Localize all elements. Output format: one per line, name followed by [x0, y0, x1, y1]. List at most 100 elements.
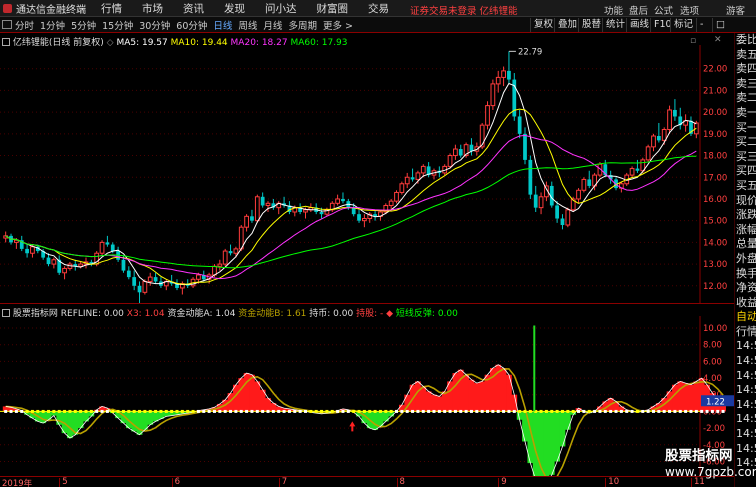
tab-multi-period[interactable]: 多周期: [285, 18, 320, 32]
login-alert[interactable]: 证券交易未登录 亿纬锂能: [410, 3, 518, 17]
btn-draw[interactable]: 画线: [626, 18, 652, 32]
zero-dot: [427, 409, 431, 413]
zero-dot: [341, 409, 345, 413]
tab-60min[interactable]: 60分钟: [173, 18, 210, 32]
side-panel-item[interactable]: 14:56: [735, 398, 756, 413]
menu-options[interactable]: 选项: [680, 3, 699, 17]
side-panel-item[interactable]: 买三: [735, 150, 756, 165]
zero-dot: [261, 409, 265, 413]
zero-dot: [234, 409, 238, 413]
side-panel-item[interactable]: 行情: [735, 325, 756, 340]
side-panel-item[interactable]: 卖一: [735, 106, 756, 121]
menu-formula[interactable]: 公式: [654, 3, 673, 17]
candle: [469, 138, 474, 156]
side-panel-item[interactable]: 买二: [735, 135, 756, 150]
tab-daily[interactable]: 日线: [210, 18, 235, 32]
btn-overlay[interactable]: 叠加: [554, 18, 580, 32]
sub-tick-label: 10.00: [703, 324, 727, 334]
side-panel-item[interactable]: 买一: [735, 121, 756, 136]
menu-item-quotes[interactable]: 行情: [101, 1, 122, 16]
zero-dot: [480, 409, 484, 413]
candle: [169, 274, 174, 286]
side-panel-item[interactable]: 14:56: [735, 383, 756, 398]
menu-item-assistant[interactable]: 问小达: [265, 1, 297, 16]
menu-function[interactable]: 功能: [604, 3, 623, 17]
side-panel-item[interactable]: 涨跌: [735, 208, 756, 223]
menu-afterhours[interactable]: 盘后: [629, 3, 648, 17]
side-panel-item[interactable]: 换手: [735, 267, 756, 282]
side-panel-item[interactable]: 14:56: [735, 412, 756, 427]
tab-15min[interactable]: 15分钟: [99, 18, 136, 32]
menu-item-wealth[interactable]: 财富圈: [317, 1, 349, 16]
tab-30min[interactable]: 30分钟: [136, 18, 173, 32]
price-tick-label: 20.00: [703, 108, 727, 118]
btn-mark[interactable]: 标记: [670, 18, 696, 32]
side-panel-item[interactable]: 卖五: [735, 48, 756, 63]
btn-swap[interactable]: 股替: [578, 18, 604, 32]
candle: [19, 235, 24, 252]
timeline-month: 10: [608, 477, 620, 487]
menu-guest[interactable]: 游客: [726, 3, 745, 17]
zero-dot: [25, 409, 29, 413]
side-panel-item[interactable]: 买四: [735, 164, 756, 179]
zero-dot: [491, 409, 495, 413]
menu-item-market[interactable]: 市场: [142, 1, 163, 16]
tab-more[interactable]: 更多 >: [320, 18, 356, 32]
timeline-month: 9: [501, 477, 507, 487]
side-panel-item[interactable]: 14:56: [735, 427, 756, 442]
candle: [587, 170, 592, 189]
btn-adjust[interactable]: 复权: [530, 18, 556, 32]
quote-side-panel: 委比 卖五 卖四 卖三 卖二 卖一 买一 买二 买三 买四 买五 现价 涨跌 涨幅 总量 外盘 换手 净资 收益 自动…: [734, 33, 756, 487]
tab-monthly[interactable]: 月线: [260, 18, 285, 32]
tab-1min[interactable]: 1分钟: [37, 18, 68, 32]
zero-dot: [36, 409, 40, 413]
side-panel-item[interactable]: 14:56: [735, 369, 756, 384]
buy-arrow-icon: [349, 421, 356, 432]
side-panel-item[interactable]: 卖四: [735, 62, 756, 77]
zero-dot: [89, 409, 93, 413]
side-panel-item[interactable]: 外盘: [735, 252, 756, 267]
side-panel-item[interactable]: 涨幅: [735, 223, 756, 238]
candle: [394, 190, 399, 204]
side-panel-item[interactable]: 总量: [735, 237, 756, 252]
layout-toggle-icon[interactable]: [2, 20, 12, 29]
candle: [373, 209, 377, 221]
tab-5min[interactable]: 5分钟: [68, 18, 99, 32]
zero-dot: [678, 409, 682, 413]
zero-dot: [63, 409, 67, 413]
side-panel-item[interactable]: 自动: [735, 310, 756, 325]
candle: [635, 159, 640, 173]
menu-item-trade[interactable]: 交易: [368, 1, 389, 16]
candle: [581, 177, 587, 193]
zero-dot: [502, 409, 506, 413]
zero-dot: [229, 409, 233, 413]
zero-dot: [550, 409, 554, 413]
side-panel-item[interactable]: 收益: [735, 296, 756, 311]
panel-close-icon[interactable]: ✕: [714, 35, 722, 45]
btn-stats[interactable]: 统计: [602, 18, 628, 32]
tab-intraday[interactable]: 分时: [12, 18, 37, 32]
side-panel-item[interactable]: 委比: [735, 33, 756, 48]
side-panel-item[interactable]: 净资: [735, 281, 756, 296]
zero-dot: [459, 409, 463, 413]
btn-minimize[interactable]: -: [696, 18, 706, 32]
side-panel-item[interactable]: 14:56: [735, 354, 756, 369]
zero-dot: [245, 409, 249, 413]
btn-window[interactable]: □: [712, 18, 728, 32]
candle: [678, 107, 683, 130]
side-panel-item[interactable]: 买五: [735, 179, 756, 194]
menu-bar: 通达信金融终端 行情 市场 资讯 发现 问小达 财富圈 交易 证券交易未登录 亿…: [0, 0, 756, 17]
side-panel-item[interactable]: 现价: [735, 194, 756, 209]
side-panel-item[interactable]: 卖三: [735, 77, 756, 92]
menu-item-discover[interactable]: 发现: [224, 1, 245, 16]
side-panel-item[interactable]: 14:56: [735, 339, 756, 354]
zero-dot: [443, 409, 447, 413]
candle: [250, 209, 254, 223]
zero-dot: [566, 409, 570, 413]
zero-dot: [716, 409, 720, 413]
tab-weekly[interactable]: 周线: [235, 18, 260, 32]
side-panel-item[interactable]: 卖二: [735, 91, 756, 106]
candle: [271, 198, 276, 210]
menu-item-news[interactable]: 资讯: [183, 1, 204, 16]
zero-dot: [186, 409, 190, 413]
